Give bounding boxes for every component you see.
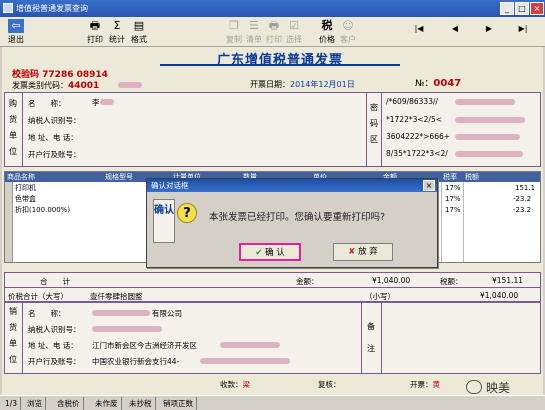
window-titlebar: 增值税普通发票查询 _ □ × (0, 0, 545, 17)
format-icon: ▤ (133, 19, 145, 32)
printer-icon: 🖶 (89, 19, 101, 32)
seller-address: 江门市新会区今古洲经济开发区 (92, 341, 197, 350)
tax-icon: 税 (321, 19, 333, 32)
buyer-tax-label: 纳税人识别号： (28, 116, 81, 125)
sigma-icon: Σ (113, 19, 121, 32)
printer-icon: 🖶 (268, 19, 280, 32)
col-name: 商品名称 (5, 172, 103, 182)
buyer-address-label: 地 址、电 话： (28, 133, 78, 142)
price-button[interactable]: 税价格 (316, 19, 338, 45)
status-not-copied: 未抄税 (126, 397, 156, 410)
status-tax-inclusive: 含税价 (54, 397, 84, 410)
window-title: 增值税普通发票查询 (16, 4, 88, 13)
invoice-number: 0047 (433, 78, 462, 89)
check-code: 77286 08914 (42, 70, 108, 80)
question-icon: ? (177, 203, 197, 223)
reviewer-label: 复核： (318, 380, 341, 389)
small-value: ¥1,040.00 (480, 291, 519, 300)
seller-name: 有限公司 (152, 309, 182, 318)
drawer-label: 开票： (410, 380, 433, 389)
seller-name-label: 名 称： (28, 309, 66, 318)
drawer-value: 黄 (432, 380, 441, 389)
cancel-button[interactable]: ✘ 放 弃 (333, 243, 393, 261)
status-positive: 销项正数 (160, 397, 197, 410)
small-label: （小写） (365, 292, 395, 301)
price-total-cn: 壹仟零肆拾圆整 (90, 292, 143, 301)
customer-icon: ☺ (342, 19, 354, 32)
copy-button[interactable]: ❐ 复制 (224, 19, 244, 45)
seller-tax-label: 纳税人识别号： (28, 325, 81, 334)
select-icon: ☑ (289, 19, 299, 32)
check-icon: ✔ (255, 248, 263, 258)
status-page: 1/3 (2, 397, 22, 410)
dialog-message: 本张发票已经打印。您确认要重新打印吗? (209, 212, 386, 223)
col-tax: 税额 (463, 172, 540, 182)
buyer-name: 李 (92, 98, 100, 107)
cipher-line-4: 8/35*1722*3<2/ (386, 149, 448, 158)
stats-button[interactable]: Σ 统计 (106, 19, 128, 45)
customer-button[interactable]: ☺ 客户 (338, 19, 358, 45)
amount-label: 金额： (296, 277, 319, 286)
tax-amount-value: ¥151.11 (492, 276, 524, 285)
close-button[interactable]: × (530, 2, 544, 15)
buyer-side-label: 购 货 单 位 (9, 99, 17, 156)
app-icon (3, 3, 13, 13)
watermark: 映美 (486, 381, 511, 395)
statusbar: 1/3 浏览 含税价 未作废 未抄税 销项正数 (0, 395, 545, 410)
col-rate: 税率 (441, 172, 463, 182)
minimize-button[interactable]: _ (500, 2, 514, 15)
remark-side-label: 备 注 (367, 322, 375, 353)
maximize-button[interactable]: □ (515, 2, 529, 15)
dialog-side-label: 确认 (153, 199, 175, 243)
exit-button[interactable]: ⇦ 退出 (4, 19, 28, 45)
check-code-label: 校验码 (12, 70, 40, 80)
select-button[interactable]: ☑ 选择 (284, 19, 304, 45)
buyer-name-label: 名 称： (28, 99, 66, 108)
date-label: 开票日期： (250, 80, 290, 89)
price-total-label: 价税合计（大写） (8, 292, 68, 301)
print2-button[interactable]: 🖶 打印 (264, 19, 284, 45)
copy-icon: ❐ (229, 19, 239, 32)
cipher-line-2: *1722*3<2/5< (386, 115, 442, 124)
receiver-label: 收款： (220, 380, 243, 389)
buyer-bank-label: 开户行及账号： (28, 150, 81, 159)
amount-value: ¥1,040.00 (372, 276, 411, 285)
title-underline (160, 64, 400, 66)
print-button[interactable]: 🖶 打印 (84, 19, 106, 45)
receiver-value: 梁 (242, 380, 251, 389)
category-code: 44001 (68, 81, 100, 91)
format-button[interactable]: ▤ 格式 (128, 19, 150, 45)
list-icon: ☰ (249, 19, 259, 32)
cipher-line-1: /*609/86333// (386, 97, 439, 106)
status-browse: 浏览 (24, 397, 46, 410)
status-not-voided: 未作废 (92, 397, 122, 410)
dialog-title: 确认对话框 (147, 179, 437, 192)
dialog-close-button[interactable]: × (423, 180, 435, 191)
cipher-line-3: 3604222*>666+ (386, 132, 451, 141)
no-label: №： (415, 79, 434, 89)
wechat-icon (466, 380, 482, 394)
list-button[interactable]: ☰ 清单 (244, 19, 264, 45)
confirm-button[interactable]: ✔ 确 认 (239, 243, 301, 261)
seller-address-label: 地 址、电 话： (28, 341, 78, 350)
seller-bank-label: 开户行及账号： (28, 357, 81, 366)
tax-amount-label: 税额： (440, 277, 463, 286)
invoice-date: 2014年12月01日 (290, 80, 355, 89)
toolbar: ⇦ 退出 🖶 打印 Σ 统计 ▤ 格式 ❐ 复制 ☰ 清单 🖶 打印 ☑ 选择 税价格 ☺ 客户 … (0, 17, 545, 47)
total-label: 合 计 (40, 277, 70, 286)
confirm-dialog: 确认对话框 × 确认 ? 本张发票已经打印。您确认要重新打印吗? ✔ 确 认 ✘… (146, 178, 438, 268)
cross-icon: ✘ (348, 247, 356, 257)
cipher-side-label: 密 码 区 (370, 103, 378, 144)
category-label: 发票类别代码： (12, 81, 68, 90)
seller-side-label: 销 货 单 位 (9, 307, 17, 364)
exit-icon: ⇦ (8, 19, 24, 33)
seller-bank: 中国农业银行新会支行44- (92, 357, 180, 366)
